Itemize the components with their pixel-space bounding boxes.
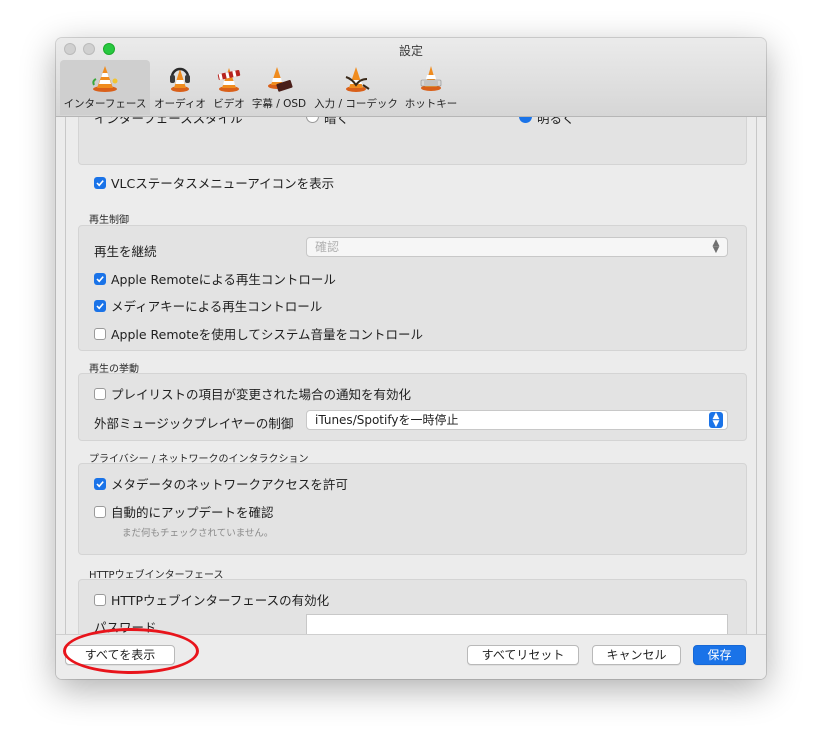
- auto-update-label: 自動的にアップデートを確認: [111, 505, 274, 520]
- media-keys-row[interactable]: メディアキーによる再生コントロール: [94, 296, 322, 315]
- vlc-cone-subtitle-icon: [268, 67, 293, 92]
- tab-interface[interactable]: インターフェース: [60, 60, 150, 115]
- reset-all-button[interactable]: すべてリセット: [467, 645, 579, 665]
- continue-playback-value: 確認: [315, 240, 340, 254]
- left-edge: [65, 117, 66, 634]
- http-enable-row[interactable]: HTTPウェブインターフェースの有効化: [94, 590, 329, 609]
- playlist-notify-checkbox[interactable]: [94, 387, 106, 400]
- external-player-label: 外部ミュージックプレイヤーの制御: [94, 416, 294, 431]
- password-field[interactable]: [306, 614, 728, 634]
- checkmark-icon: [96, 275, 104, 282]
- apple-remote-volume-checkbox[interactable]: [94, 327, 106, 340]
- preferences-content: インターフェーススタイル 暗く 明るく VLCステータスメニューアイコンを表示 …: [56, 117, 766, 634]
- vlc-cone-keyboard-icon: [420, 66, 442, 91]
- vlc-cone-icon: [92, 66, 118, 92]
- right-edge: [756, 117, 757, 634]
- radio-dark-label: 暗く: [324, 117, 350, 126]
- chevron-updown-icon: ▲ ▼: [709, 412, 723, 429]
- tab-input-codecs[interactable]: 入力 / コーデック: [312, 60, 400, 115]
- checkmark-icon: [96, 302, 104, 309]
- save-button[interactable]: 保存: [693, 645, 746, 665]
- apple-remote-volume-label: Apple Remoteを使用してシステム音量をコントロール: [111, 327, 424, 342]
- radio-bright-label: 明るく: [537, 117, 575, 126]
- tab-audio[interactable]: オーディオ: [152, 60, 208, 115]
- tab-label: ホットキー: [404, 98, 458, 110]
- cancel-button[interactable]: キャンセル: [592, 645, 681, 665]
- checkmark-icon: [96, 179, 104, 186]
- highlight-annotation-ellipse: [63, 628, 199, 674]
- external-player-popup[interactable]: iTunes/Spotifyを一時停止 ▲ ▼: [306, 410, 728, 430]
- metadata-access-checkbox[interactable]: [94, 477, 106, 490]
- tab-label: インターフェース: [63, 98, 147, 110]
- vlc-status-menu-checkbox[interactable]: [94, 176, 106, 189]
- media-keys-label: メディアキーによる再生コントロール: [111, 299, 323, 314]
- http-enable-checkbox[interactable]: [94, 593, 106, 606]
- auto-update-checkbox[interactable]: [94, 505, 106, 518]
- playback-control-title: 再生制御: [89, 215, 129, 226]
- auto-update-row[interactable]: 自動的にアップデートを確認: [94, 502, 274, 521]
- continue-playback-label: 再生を継続: [94, 244, 157, 259]
- media-keys-checkbox[interactable]: [94, 299, 106, 312]
- metadata-access-label: メタデータのネットワークアクセスを許可: [111, 477, 348, 492]
- http-enable-label: HTTPウェブインターフェースの有効化: [111, 593, 330, 608]
- continue-playback-popup[interactable]: 確認 ▲ ▼: [306, 237, 728, 257]
- external-player-value: iTunes/Spotifyを一時停止: [315, 413, 459, 427]
- window-title: 設定: [398, 44, 423, 58]
- playlist-notify-label: プレイリストの項目が変更された場合の通知を有効化: [111, 387, 412, 402]
- apple-remote-row[interactable]: Apple Remoteによる再生コントロール: [94, 269, 336, 288]
- vlc-cone-clapper-icon: [217, 68, 241, 92]
- vlc-status-menu-row[interactable]: VLCステータスメニューアイコンを表示: [94, 173, 334, 192]
- tab-label: 字幕 / OSD: [251, 98, 307, 110]
- apple-remote-volume-row[interactable]: Apple Remoteを使用してシステム音量をコントロール: [94, 324, 423, 343]
- tab-label: オーディオ: [154, 98, 206, 110]
- apple-remote-label: Apple Remoteによる再生コントロール: [111, 272, 336, 287]
- metadata-access-row[interactable]: メタデータのネットワークアクセスを許可: [94, 474, 348, 493]
- apple-remote-checkbox[interactable]: [94, 272, 106, 285]
- vlc-cone-headphones-icon: [170, 67, 190, 92]
- title-bar: 設定 インターフェース オーディオ ビデオ 字幕 / OSD 入力 / コーデッ…: [56, 38, 766, 117]
- vlc-status-menu-label: VLCステータスメニューアイコンを表示: [111, 176, 335, 191]
- tab-video[interactable]: ビデオ: [210, 60, 248, 115]
- vlc-cone-cables-icon: [345, 67, 370, 92]
- auto-update-hint: まだ何もチェックされていません。: [122, 528, 274, 539]
- tab-label: ビデオ: [213, 98, 245, 110]
- tab-label: 入力 / コーデック: [314, 98, 398, 110]
- chevron-updown-icon: ▲ ▼: [712, 238, 720, 255]
- tab-subtitles-osd[interactable]: 字幕 / OSD: [250, 60, 308, 115]
- playlist-notify-row[interactable]: プレイリストの項目が変更された場合の通知を有効化: [94, 384, 411, 403]
- checkmark-icon: [96, 480, 104, 487]
- preferences-window: 設定 インターフェース オーディオ ビデオ 字幕 / OSD 入力 / コーデッ…: [56, 38, 766, 679]
- tab-hotkeys[interactable]: ホットキー: [402, 60, 460, 115]
- interface-style-label: インターフェーススタイル: [94, 117, 243, 126]
